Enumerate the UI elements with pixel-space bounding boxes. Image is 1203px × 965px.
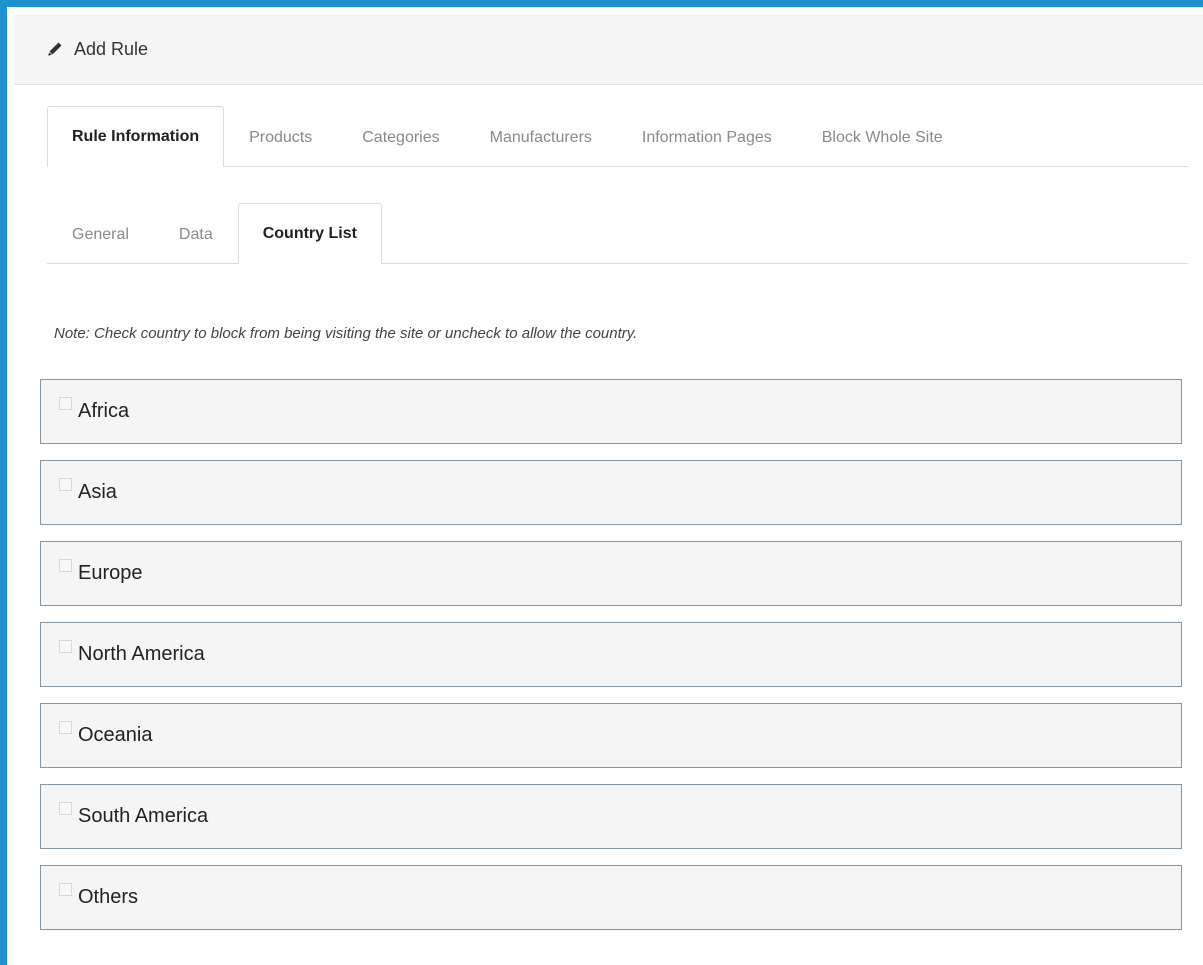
- region-checkbox[interactable]: [59, 883, 72, 896]
- note-text: Note: Check country to block from being …: [54, 325, 638, 342]
- region-label: Asia: [78, 481, 117, 503]
- tab-products[interactable]: Products: [224, 107, 337, 167]
- tab-country-list[interactable]: Country List: [237, 203, 382, 264]
- main-tabs: Rule Information Products Categories Man…: [47, 106, 1188, 167]
- region-label: Africa: [78, 400, 130, 422]
- tab-manufacturers[interactable]: Manufacturers: [465, 107, 617, 167]
- region-north-america[interactable]: North America: [40, 622, 1182, 687]
- tab-data[interactable]: Data: [154, 204, 238, 264]
- region-checkbox[interactable]: [59, 640, 72, 653]
- region-oceania[interactable]: Oceania: [40, 703, 1182, 768]
- tab-label: Manufacturers: [489, 128, 592, 146]
- region-checkbox[interactable]: [59, 721, 72, 734]
- region-label: Oceania: [78, 724, 153, 746]
- region-label: Others: [78, 886, 139, 908]
- panel-heading: Add Rule: [14, 14, 1203, 85]
- region-checkbox[interactable]: [59, 802, 72, 815]
- tab-categories[interactable]: Categories: [337, 107, 464, 167]
- tab-label: Data: [178, 225, 213, 243]
- tab-label: Country List: [262, 225, 357, 242]
- region-label: South America: [78, 805, 209, 827]
- region-label: Europe: [78, 562, 143, 584]
- region-checkbox[interactable]: [59, 397, 72, 410]
- pencil-icon: [47, 41, 63, 57]
- tab-rule-information[interactable]: Rule Information: [47, 106, 225, 167]
- tab-label: Rule Information: [72, 128, 200, 145]
- region-checkbox[interactable]: [59, 478, 72, 491]
- region-label: North America: [78, 643, 205, 665]
- region-africa[interactable]: Africa: [40, 379, 1182, 444]
- page-title: Add Rule: [74, 38, 149, 59]
- region-south-america[interactable]: South America: [40, 784, 1182, 849]
- region-europe[interactable]: Europe: [40, 541, 1182, 606]
- sub-tabs: General Data Country List: [47, 203, 1188, 264]
- tab-label: General: [72, 225, 129, 243]
- region-list: Africa Asia Europe North America Oceania…: [40, 379, 1182, 946]
- tab-information-pages[interactable]: Information Pages: [617, 107, 797, 167]
- tab-label: Block Whole Site: [821, 128, 943, 146]
- tab-block-whole-site[interactable]: Block Whole Site: [797, 107, 968, 167]
- tab-general[interactable]: General: [47, 204, 154, 264]
- tab-label: Products: [249, 128, 313, 146]
- region-asia[interactable]: Asia: [40, 460, 1182, 525]
- tab-label: Categories: [362, 128, 440, 146]
- region-others[interactable]: Others: [40, 865, 1182, 930]
- region-checkbox[interactable]: [59, 559, 72, 572]
- tab-label: Information Pages: [641, 128, 772, 146]
